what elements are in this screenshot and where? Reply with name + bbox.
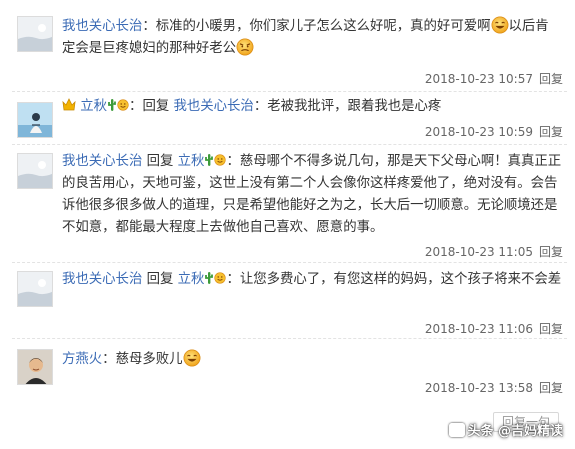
avatar[interactable] xyxy=(17,271,53,307)
comment-list: 我也关心长治：标准的小暖男，你们家儿子怎么这么好呢，真的好可爱啊 以后肯定会是巨疼… xyxy=(0,0,575,449)
comment-meta: 2018-10-23 13:58 回复 xyxy=(425,379,563,396)
comment-meta: 2018-10-23 11:06 回复 xyxy=(425,320,563,337)
avatar[interactable] xyxy=(17,153,53,189)
username-link[interactable]: 立秋 xyxy=(80,99,107,114)
cactus-icon xyxy=(205,272,214,284)
username-link[interactable]: 我也关心长治 xyxy=(62,154,142,169)
comment-meta: 2018-10-23 10:57 回复 xyxy=(425,70,563,87)
separator: ： xyxy=(102,352,116,367)
separator: ： xyxy=(142,19,156,34)
username-link[interactable]: 我也关心长治 xyxy=(62,19,142,34)
vip-crown-icon xyxy=(62,98,76,111)
smirk-emoji-icon xyxy=(236,38,254,56)
username-link[interactable]: 我也关心长治 xyxy=(62,272,142,287)
comment-meta: 2018-10-23 11:05 回复 xyxy=(425,243,563,260)
comment-item: 方燕火：慈母多败儿 2018-10-23 13:58 回复 xyxy=(0,339,575,401)
avatar[interactable] xyxy=(17,16,53,52)
comment-body: 方燕火：慈母多败儿 xyxy=(62,349,562,371)
comment-text: 标准的小暖男，你们家儿子怎么这么好呢，真的好可爱啊 xyxy=(155,19,491,34)
timestamp: 2018-10-23 11:05 xyxy=(424,245,533,259)
timestamp: 2018-10-23 10:59 xyxy=(424,125,533,139)
username-link[interactable]: 方燕火 xyxy=(62,352,102,367)
comment-text: ：让您多费心了，有您这样的妈妈，这个孩子将来不会差 xyxy=(226,272,562,287)
comment-meta: 2018-10-23 10:59 回复 xyxy=(425,123,563,140)
reply-button[interactable]: 回复 xyxy=(539,381,563,395)
comment-body: 我也关心长治 回复 立秋 ：让您多费心了，有您这样的妈妈，这个孩子将来不会差 xyxy=(62,269,562,291)
reply-button[interactable]: 回复 xyxy=(539,245,563,259)
watermark: 头条 @吉妈精读 xyxy=(449,420,563,439)
reply-to-link[interactable]: 立秋 xyxy=(178,154,205,169)
comment-item: 立秋 ：回复 我也关心长治：老被我批评，跟着我也是心疼 2018-10-23 10… xyxy=(0,92,575,144)
comment-item: 我也关心长治 回复 立秋 ：让您多费心了，有您这样的妈妈，这个孩子将来不会差 20… xyxy=(0,263,575,337)
comment-body: 我也关心长治：标准的小暖男，你们家儿子怎么这么好呢，真的好可爱啊 以后肯定会是巨疼… xyxy=(62,16,562,60)
comment-text: ：老被我批评，跟着我也是心疼 xyxy=(253,99,442,114)
reply-button[interactable]: 回复 xyxy=(539,72,563,86)
avatar[interactable] xyxy=(17,349,53,385)
reply-prefix: 回复 xyxy=(146,154,174,169)
smile-emoji-icon xyxy=(214,154,227,166)
reply-button[interactable]: 回复 xyxy=(539,125,563,139)
watermark-logo-icon xyxy=(449,423,466,437)
timestamp: 2018-10-23 13:58 xyxy=(424,381,533,395)
reply-to-link[interactable]: 我也关心长治 xyxy=(173,99,253,114)
reply-prefix: 回复 xyxy=(146,272,174,287)
comment-text: 慈母多败儿 xyxy=(115,352,183,367)
timestamp: 2018-10-23 10:57 xyxy=(424,72,533,86)
comment-item: 我也关心长治 回复 立秋 ：慈母哪个不得多说几句，那是天下父母心啊！真真正正的良苦… xyxy=(0,145,575,261)
comment-body: 我也关心长治 回复 立秋 ：慈母哪个不得多说几句，那是天下父母心啊！真真正正的良苦… xyxy=(62,151,562,239)
laugh-emoji-icon xyxy=(183,349,200,367)
watermark-text: 头条 @吉妈精读 xyxy=(467,424,563,439)
reply-button[interactable]: 回复 xyxy=(539,322,563,336)
smile-emoji-icon xyxy=(214,272,227,284)
cactus-icon xyxy=(205,154,214,166)
timestamp: 2018-10-23 11:06 xyxy=(424,322,533,336)
comment-item: 我也关心长治：标准的小暖男，你们家儿子怎么这么好呢，真的好可爱啊 以后肯定会是巨疼… xyxy=(0,0,575,92)
reply-to-link[interactable]: 立秋 xyxy=(178,272,205,287)
smile-emoji-icon xyxy=(117,99,129,111)
separator: ： xyxy=(129,99,143,114)
cactus-icon xyxy=(108,99,116,111)
avatar[interactable] xyxy=(17,102,53,138)
laugh-emoji-icon xyxy=(491,16,508,34)
comment-body: 立秋 ：回复 我也关心长治：老被我批评，跟着我也是心疼 xyxy=(62,96,562,118)
reply-prefix: 回复 xyxy=(142,99,170,114)
